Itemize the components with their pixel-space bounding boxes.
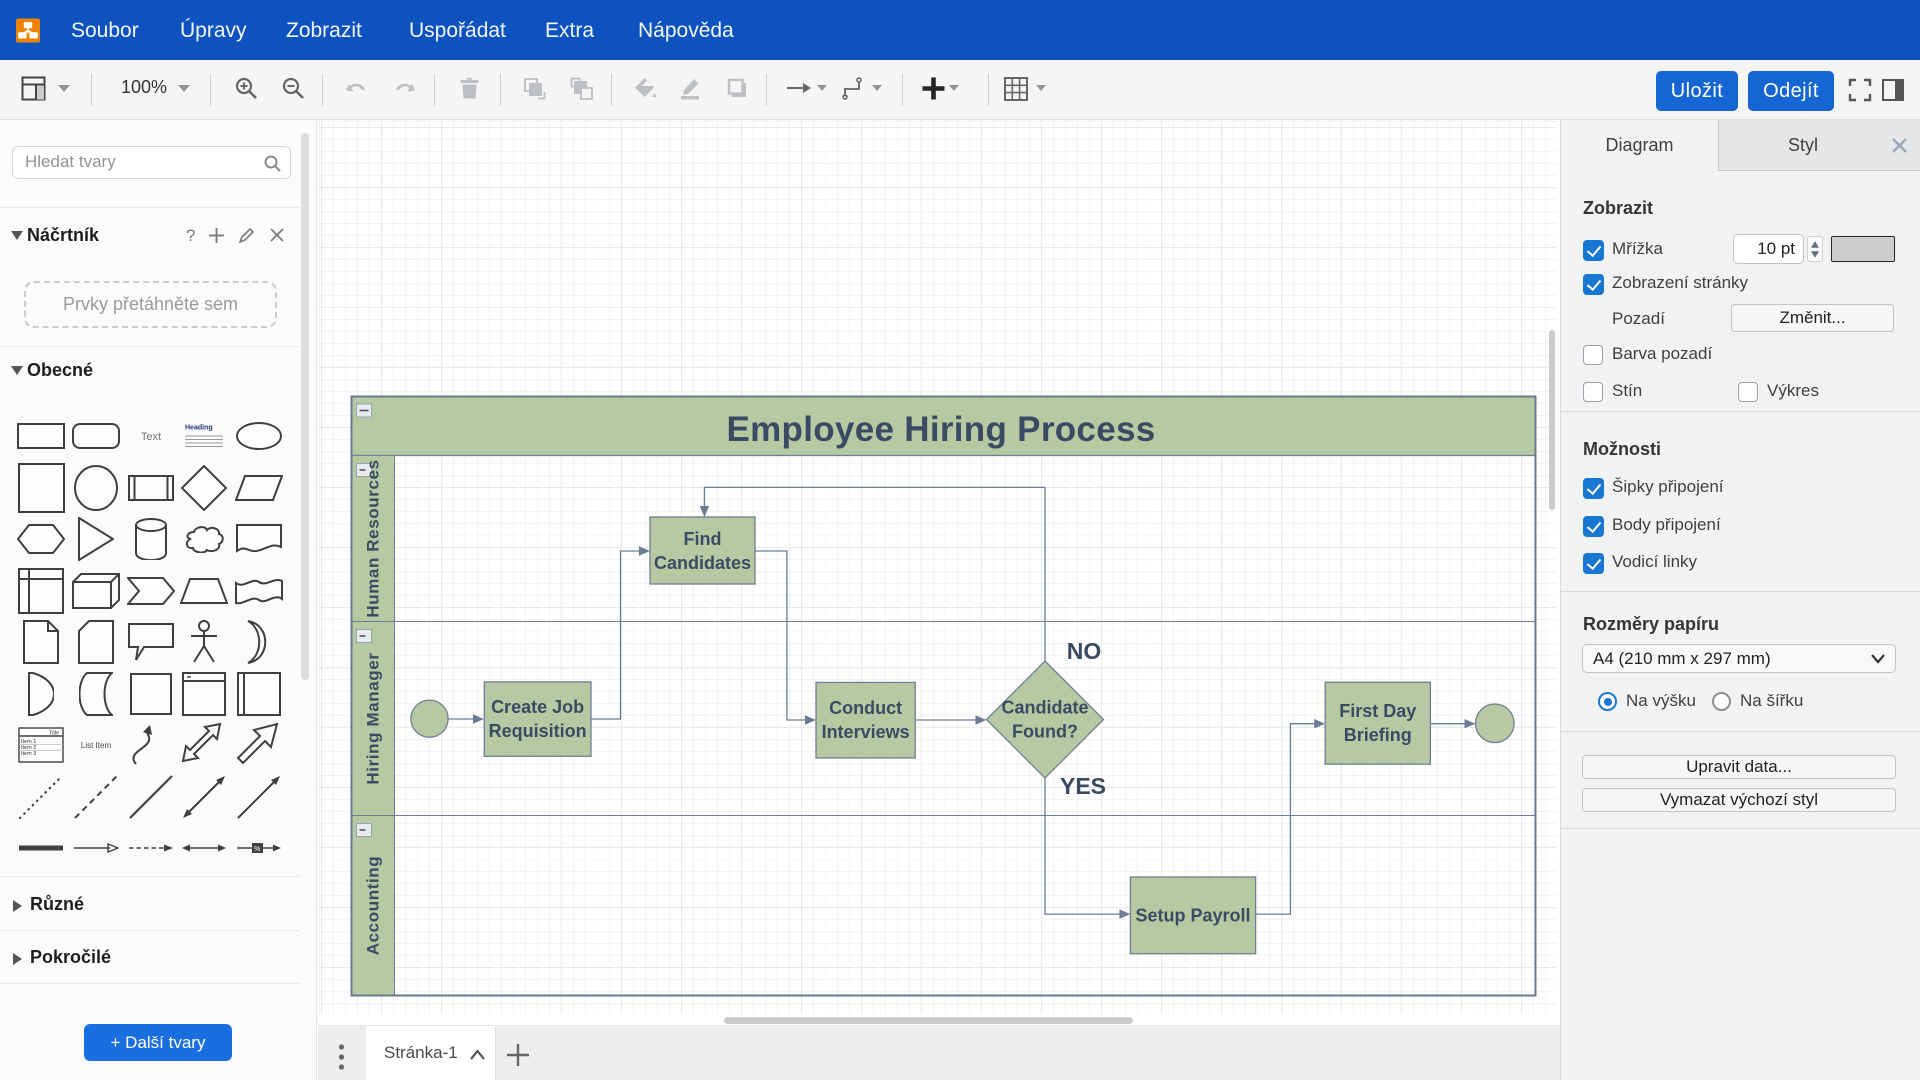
svg-text:Human Resources: Human Resources <box>364 459 383 617</box>
svg-text:Title: Title <box>49 731 59 737</box>
svg-text:Accounting: Accounting <box>364 856 383 956</box>
svg-text:YES: YES <box>1060 773 1106 799</box>
svg-text:NO: NO <box>1067 638 1102 664</box>
svg-text:Item 3: Item 3 <box>21 751 36 757</box>
svg-text:List Item: List Item <box>81 741 112 750</box>
svg-text:Hiring Manager: Hiring Manager <box>364 652 383 784</box>
svg-text:Interviews: Interviews <box>822 722 910 742</box>
svg-text:Found?: Found? <box>1012 722 1078 742</box>
svg-text:Text: Text <box>141 431 161 443</box>
svg-text:First Day: First Day <box>1339 701 1416 721</box>
svg-text:Setup Payroll: Setup Payroll <box>1135 906 1250 926</box>
svg-text:Create Job: Create Job <box>491 697 584 717</box>
svg-text:Candidate: Candidate <box>1001 698 1088 718</box>
svg-text:Find: Find <box>684 529 722 549</box>
svg-text:Requisition: Requisition <box>489 721 587 741</box>
svg-text:Heading: Heading <box>185 425 213 432</box>
svg-text:Briefing: Briefing <box>1344 725 1412 745</box>
svg-text:Employee Hiring Process: Employee Hiring Process <box>726 410 1155 449</box>
svg-text:%: % <box>254 846 260 853</box>
svg-text:Candidates: Candidates <box>654 553 751 573</box>
svg-text:Conduct: Conduct <box>829 698 902 718</box>
